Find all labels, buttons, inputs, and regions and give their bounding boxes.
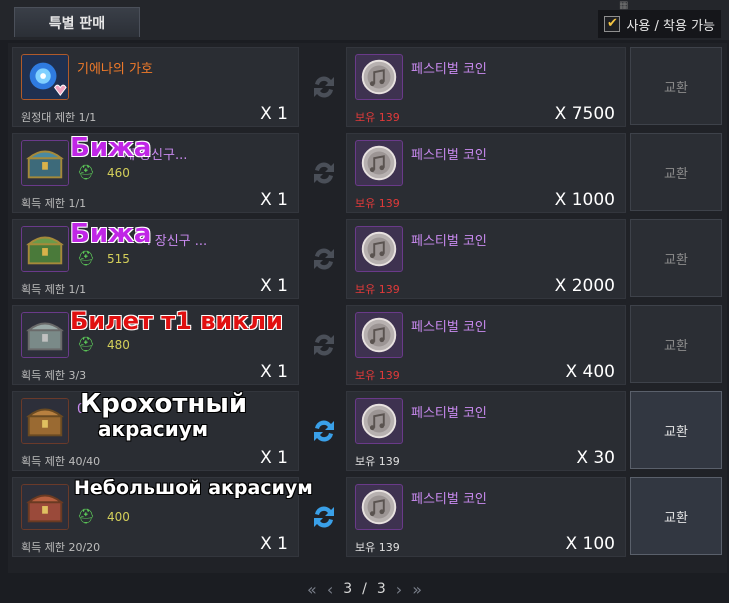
exchange-button[interactable]: 교환 [630,477,722,555]
chest-icon [21,226,69,272]
item-quantity: X 1 [260,362,288,382]
exchange-button[interactable]: 교환 [630,219,722,297]
exchange-button[interactable]: 교환 [630,391,722,469]
acquire-limit: 획득 제한 3/3 [21,369,87,382]
coin-cost: X 7500 [554,104,615,124]
item-level: ⛑ 480 [77,337,130,353]
first-page-icon[interactable]: « [307,580,317,599]
acquire-limit: 원정대 제한 1/1 [21,111,97,124]
helmet-icon: ⛑ [77,509,95,525]
owned-amount: 보유 139 [355,455,400,468]
coin-name: 페스티벌 코인 [411,406,487,421]
overlay-caption: Небольшой акрасиум [74,477,313,499]
festival-coin-icon [355,312,403,358]
exchange-arrows-icon [308,239,340,279]
item-name: 기에나의 가호 [77,62,153,77]
cost-cell: 페스티벌 코인 보유 139 X 1000 [346,133,626,213]
chest-icon [21,140,69,186]
owned-amount: 보유 139 [355,283,400,296]
coin-name: 페스티벌 코인 [411,234,487,249]
festival-coin-icon [355,54,403,100]
blessing-orb-icon [21,54,69,100]
sale-list: 기에나의 가호 원정대 제한 1/1 X 1 페스티벌 코인 보유 139 X … [8,43,727,573]
cost-cell: 페스티벌 코인 보유 139 X 2000 [346,219,626,299]
item-cell[interactable]: l 장신구 ... ⛑ 515 획득 제한 1/1 X 1 [12,219,299,299]
cost-cell: 페스티벌 코인 보유 139 X 400 [346,305,626,385]
overlay-caption: Билет т1 викли [70,307,283,335]
festival-coin-icon [355,140,403,186]
sale-row: 제 장신구... ⛑ 460 획득 제한 1/1 X 1 페스티벌 코인 보유 … [8,129,727,213]
sale-row: l 장신구 ... ⛑ 515 획득 제한 1/1 X 1 페스티벌 코인 보유… [8,215,727,299]
helmet-icon: ⛑ [77,165,95,181]
overlay-caption-line1: Крохотный [80,389,248,419]
helmet-icon: ⛑ [77,337,95,353]
helmet-icon: ⛑ [77,251,95,267]
next-page-icon[interactable]: › [396,580,402,599]
owned-amount: 보유 139 [355,111,400,124]
coin-name: 페스티벌 코인 [411,148,487,163]
exchange-arrows-icon [308,153,340,193]
total-pages: 3 [376,581,386,597]
usable-checkbox[interactable]: ✔ [604,16,621,32]
chest-icon [21,312,69,358]
chest-icon [21,398,69,444]
item-cell[interactable]: 제 장신구... ⛑ 460 획득 제한 1/1 X 1 [12,133,299,213]
usable-filter[interactable]: ✔ 사용 / 착용 가능 [598,10,721,38]
overlay-caption-line2: акрасиум [98,417,209,441]
item-quantity: X 1 [260,448,288,468]
acquire-limit: 획득 제한 40/40 [21,455,101,468]
item-cell[interactable]: 기에나의 가호 원정대 제한 1/1 X 1 [12,47,299,127]
sale-row: ⛑ 400 획득 제한 20/20 X 1 페스티벌 코인 보유 139 X 1… [8,473,727,557]
current-page: 3 [343,581,353,597]
overlay-caption: Бижа [70,219,152,249]
exchange-arrows-icon [308,411,340,451]
acquire-limit: 획득 제한 20/20 [21,541,101,554]
coin-cost: X 30 [576,448,615,468]
item-name: l 장신구 ... [147,234,208,249]
festival-coin-icon [355,226,403,272]
prev-page-icon[interactable]: ‹ [327,580,333,599]
sale-row: 0 획득 제한 40/40 X 1 페스티벌 코인 보유 139 X 30 교환… [8,387,727,471]
usable-filter-label: 사용 / 착용 가능 [626,18,715,34]
exchange-arrows-icon [308,325,340,365]
overlay-caption: Бижа [70,133,152,163]
acquire-limit: 획득 제한 1/1 [21,197,87,210]
page-separator: / [362,581,367,597]
pagination: « ‹ 3 / 3 › » [0,578,729,600]
item-quantity: X 1 [260,534,288,554]
exchange-button[interactable]: 교환 [630,305,722,383]
festival-coin-icon [355,398,403,444]
exchange-button[interactable]: 교환 [630,133,722,211]
coin-cost: X 1000 [554,190,615,210]
item-quantity: X 1 [260,276,288,296]
chest-icon [21,484,69,530]
coin-name: 페스티벌 코인 [411,320,487,335]
item-level: ⛑ 460 [77,165,130,181]
last-page-icon[interactable]: » [412,580,422,599]
exchange-arrows-icon [308,67,340,107]
acquire-limit: 획득 제한 1/1 [21,283,87,296]
coin-cost: X 2000 [554,276,615,296]
coin-name: 페스티벌 코인 [411,492,487,507]
item-quantity: X 1 [260,104,288,124]
coin-cost: X 100 [565,534,616,554]
item-level: ⛑ 515 [77,251,130,267]
exchange-button[interactable]: 교환 [630,47,722,125]
sale-row: 기에나의 가호 원정대 제한 1/1 X 1 페스티벌 코인 보유 139 X … [8,43,727,127]
owned-amount: 보유 139 [355,541,400,554]
cost-cell: 페스티벌 코인 보유 139 X 7500 [346,47,626,127]
item-quantity: X 1 [260,190,288,210]
grid-icon: ▦ [619,0,629,11]
owned-amount: 보유 139 [355,369,400,382]
cost-cell: 페스티벌 코인 보유 139 X 30 [346,391,626,471]
festival-coin-icon [355,484,403,530]
coin-cost: X 400 [565,362,616,382]
exchange-arrows-icon [308,497,340,537]
owned-amount: 보유 139 [355,197,400,210]
tab-special-sale[interactable]: 특별 판매 [14,7,140,37]
sale-row: ⛑ 480 획득 제한 3/3 X 1 페스티벌 코인 보유 139 X 400… [8,301,727,385]
coin-name: 페스티벌 코인 [411,62,487,77]
item-level: ⛑ 400 [77,509,130,525]
cost-cell: 페스티벌 코인 보유 139 X 100 [346,477,626,557]
